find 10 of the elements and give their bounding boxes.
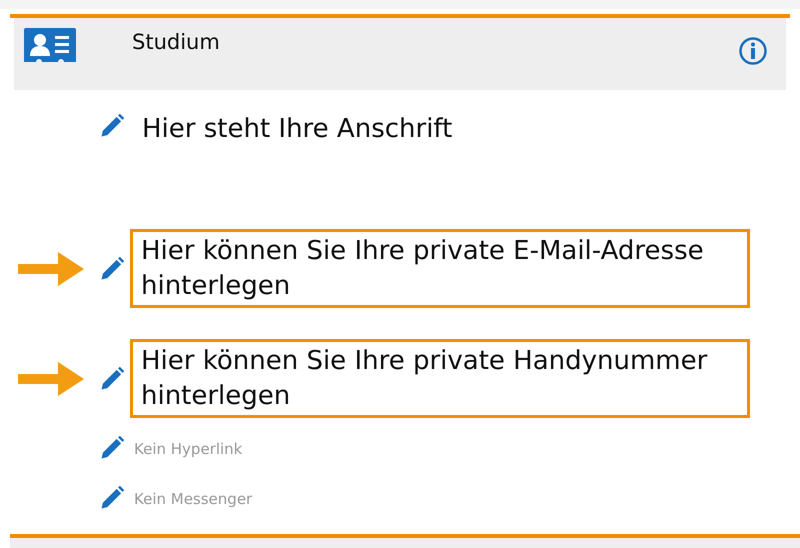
id-card-icon [24, 28, 76, 64]
info-icon[interactable] [738, 36, 768, 66]
highlighted-value: Hier können Sie Ihre private E-Mail-Adresse hinterlegen [130, 229, 750, 308]
highlighted-value: Hier können Sie Ihre private Handynummer hinterlegen [130, 339, 750, 418]
empty-value: Kein Messenger [134, 490, 252, 508]
arrow-icon [18, 252, 84, 286]
empty-value: Kein Hyperlink [134, 440, 242, 458]
value-text: Hier steht Ihre Anschrift [142, 112, 452, 146]
section-title: Studium [132, 30, 220, 54]
arrow-icon [18, 362, 84, 396]
